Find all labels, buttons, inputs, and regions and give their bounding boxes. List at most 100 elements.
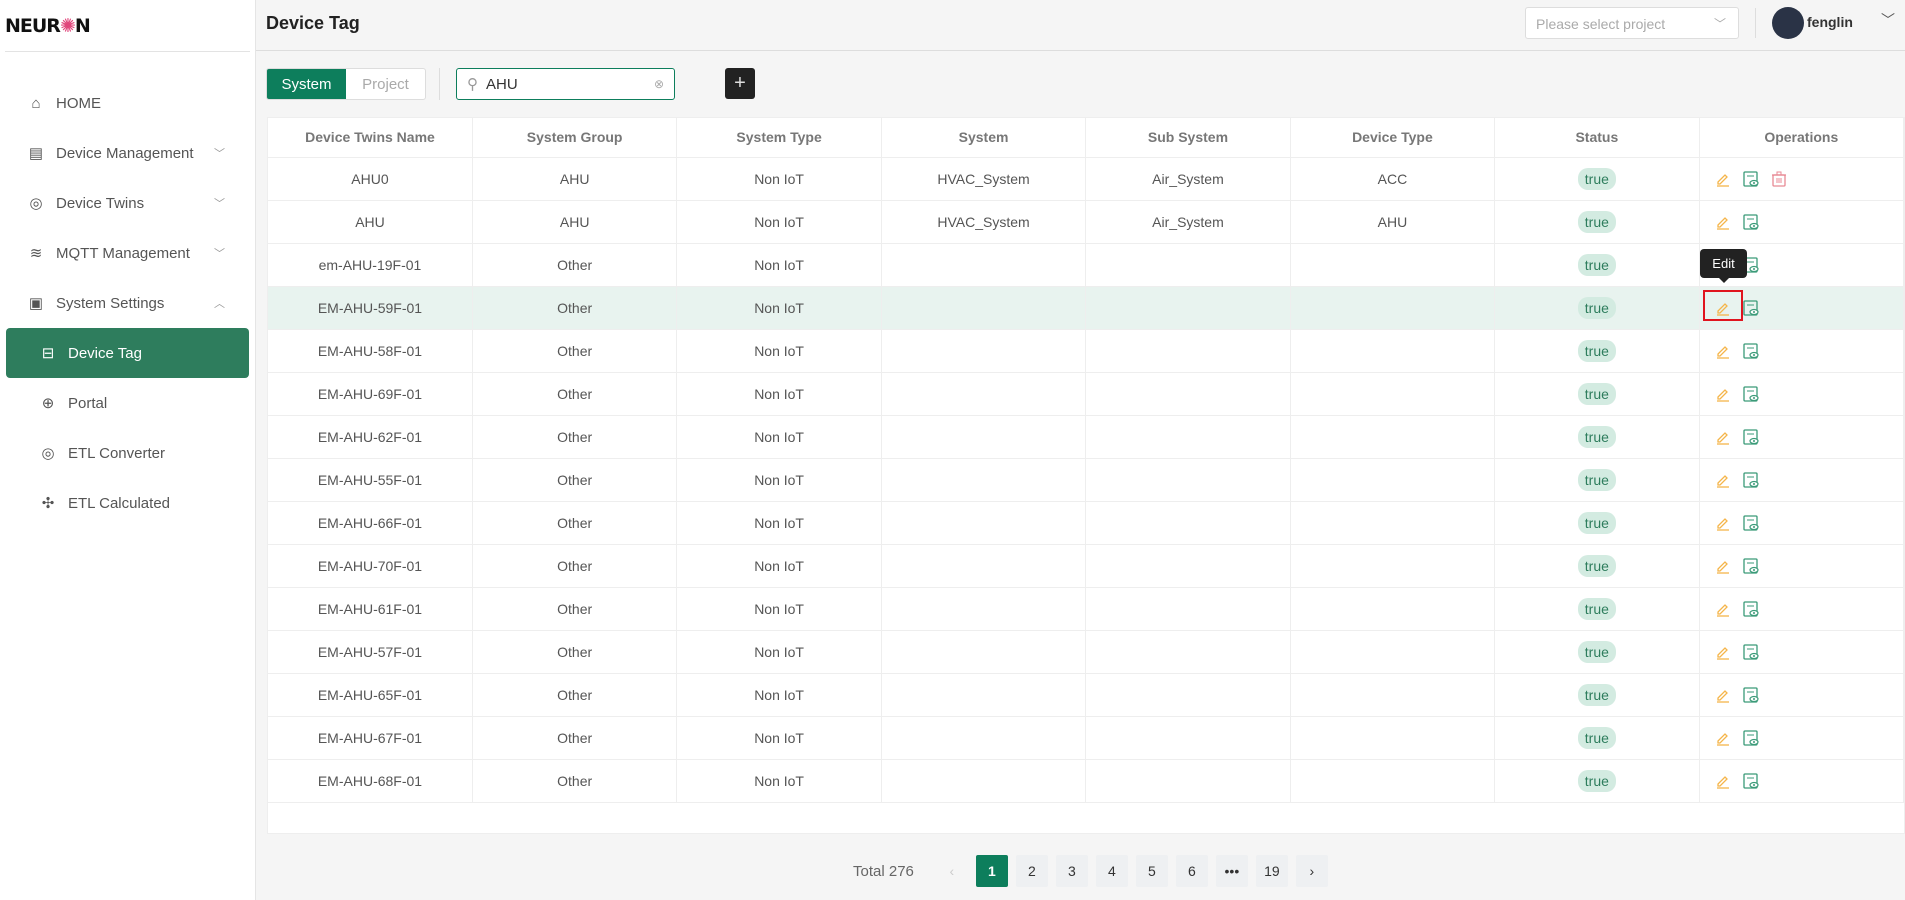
- edit-icon[interactable]: [1714, 557, 1732, 575]
- table-cell: [1290, 673, 1496, 717]
- page-button[interactable]: 19: [1255, 855, 1288, 887]
- view-icon[interactable]: [1742, 729, 1760, 747]
- add-button[interactable]: +: [725, 68, 755, 99]
- operations-cell: [1699, 544, 1905, 588]
- table-row[interactable]: EM-AHU-61F-01 Other Non IoT true: [268, 587, 1905, 631]
- cube-icon: ◎: [41, 445, 55, 462]
- view-icon[interactable]: [1742, 342, 1760, 360]
- sidebar-item-system-settings[interactable]: ▣ System Settings ︿: [0, 278, 255, 328]
- status-cell: true: [1494, 716, 1700, 760]
- table-cell: [1085, 673, 1291, 717]
- table-row[interactable]: EM-AHU-69F-01 Other Non IoT true: [268, 372, 1905, 416]
- table-row[interactable]: EM-AHU-68F-01 Other Non IoT true: [268, 759, 1905, 803]
- table-cell: Other: [472, 372, 678, 416]
- next-page-button[interactable]: ›: [1295, 855, 1328, 887]
- clear-icon[interactable]: ⊗: [654, 77, 664, 91]
- chevron-down-icon[interactable]: ﹀: [214, 145, 225, 161]
- table-row[interactable]: AHU AHU Non IoT HVAC_System Air_System AHU tru…: [268, 200, 1905, 244]
- avatar[interactable]: [1772, 7, 1804, 39]
- edit-icon[interactable]: [1714, 729, 1732, 747]
- status-badge: true: [1577, 683, 1616, 706]
- view-icon[interactable]: [1742, 170, 1760, 188]
- table-row[interactable]: EM-AHU-55F-01 Other Non IoT true: [268, 458, 1905, 502]
- table-cell: Other: [472, 458, 678, 502]
- page-button[interactable]: 2: [1015, 855, 1048, 887]
- edit-icon[interactable]: [1714, 428, 1732, 446]
- sidebar-item-device-tag[interactable]: ⊟ Device Tag: [6, 328, 249, 378]
- page-button[interactable]: 6: [1175, 855, 1208, 887]
- sidebar-item-home[interactable]: ⌂ HOME: [0, 78, 255, 128]
- table-row[interactable]: em-AHU-19F-01 Other Non IoT true: [268, 243, 1905, 287]
- username[interactable]: fenglin: [1807, 14, 1853, 30]
- table-row[interactable]: EM-AHU-66F-01 Other Non IoT true: [268, 501, 1905, 545]
- edit-icon[interactable]: [1714, 686, 1732, 704]
- table-cell: [1085, 630, 1291, 674]
- sidebar-item-portal[interactable]: ⊕ Portal: [0, 378, 255, 428]
- page-button[interactable]: 3: [1055, 855, 1088, 887]
- view-icon[interactable]: [1742, 385, 1760, 403]
- view-icon[interactable]: [1742, 643, 1760, 661]
- edit-icon[interactable]: [1714, 643, 1732, 661]
- table-cell: AHU: [268, 200, 473, 244]
- table-row[interactable]: EM-AHU-57F-01 Other Non IoT true: [268, 630, 1905, 674]
- edit-icon[interactable]: [1714, 514, 1732, 532]
- edit-icon[interactable]: [1714, 170, 1732, 188]
- page-button[interactable]: 5: [1135, 855, 1168, 887]
- edit-icon[interactable]: [1714, 385, 1732, 403]
- table-row[interactable]: EM-AHU-70F-01 Other Non IoT true: [268, 544, 1905, 588]
- page-button[interactable]: 1: [975, 855, 1008, 887]
- prev-page-button[interactable]: ‹: [935, 855, 968, 887]
- view-icon[interactable]: [1742, 428, 1760, 446]
- edit-icon[interactable]: [1714, 342, 1732, 360]
- delete-icon[interactable]: [1770, 170, 1788, 188]
- sidebar-item-mqtt-management[interactable]: ≋ MQTT Management ﹀: [0, 228, 255, 278]
- table-row[interactable]: EM-AHU-65F-01 Other Non IoT true: [268, 673, 1905, 717]
- view-icon[interactable]: [1742, 600, 1760, 618]
- status-cell: true: [1494, 157, 1700, 201]
- tab-system[interactable]: System: [267, 69, 346, 99]
- view-icon[interactable]: [1742, 557, 1760, 575]
- sidebar-item-etl-converter[interactable]: ◎ ETL Converter: [0, 428, 255, 478]
- search-input[interactable]: ⚲ AHU ⊗: [456, 68, 675, 100]
- sidebar-item-etl-calculated[interactable]: ✣ ETL Calculated: [0, 478, 255, 528]
- user-menu-chevron-icon[interactable]: ﹀: [1881, 10, 1895, 30]
- table-row[interactable]: AHU0 AHU Non IoT HVAC_System Air_System ACC tr…: [268, 157, 1905, 201]
- view-icon[interactable]: [1742, 514, 1760, 532]
- monitor-icon: ▣: [28, 295, 44, 312]
- operations-cell: [1699, 200, 1905, 244]
- view-icon[interactable]: [1742, 213, 1760, 231]
- sidebar-item-device-twins[interactable]: ◎ Device Twins ﹀: [0, 178, 255, 228]
- table-row[interactable]: EM-AHU-67F-01 Other Non IoT true: [268, 716, 1905, 760]
- table-cell: EM-AHU-67F-01: [268, 716, 473, 760]
- chevron-down-icon[interactable]: ﹀: [214, 195, 225, 211]
- column-header: Sub System: [1085, 118, 1291, 158]
- table-row[interactable]: EM-AHU-58F-01 Other Non IoT true: [268, 329, 1905, 373]
- table-cell: [881, 415, 1087, 459]
- sidebar-item-device-management[interactable]: ▤ Device Management ﹀: [0, 128, 255, 178]
- column-header: Status: [1494, 118, 1700, 158]
- operations-cell: [1699, 759, 1905, 803]
- search-icon: ⚲: [467, 76, 478, 93]
- table-row[interactable]: EM-AHU-59F-01 Other Non IoT true: [268, 286, 1905, 330]
- edit-icon[interactable]: [1714, 213, 1732, 231]
- table-cell: [1290, 329, 1496, 373]
- view-icon[interactable]: [1742, 686, 1760, 704]
- table-cell: Non IoT: [676, 415, 882, 459]
- tab-project[interactable]: Project: [346, 69, 425, 99]
- project-select[interactable]: Please select project ﹀: [1525, 7, 1739, 39]
- page-button[interactable]: 4: [1095, 855, 1128, 887]
- cube-icon: ◎: [29, 195, 43, 212]
- table-row[interactable]: EM-AHU-62F-01 Other Non IoT true: [268, 415, 1905, 459]
- edit-icon[interactable]: [1714, 600, 1732, 618]
- more-pages-button[interactable]: •••: [1215, 855, 1248, 887]
- view-icon[interactable]: [1742, 772, 1760, 790]
- chevron-down-icon[interactable]: ﹀: [214, 245, 225, 261]
- view-icon[interactable]: [1742, 299, 1760, 317]
- view-icon[interactable]: [1742, 471, 1760, 489]
- table-cell: Non IoT: [676, 501, 882, 545]
- chevron-up-icon[interactable]: ︿: [214, 295, 225, 311]
- edit-icon[interactable]: [1714, 772, 1732, 790]
- table-cell: [1290, 630, 1496, 674]
- sidebar-nav: ⌂ HOME ▤ Device Management ﹀ ◎ Device Twins ﹀ ≋ M…: [0, 78, 255, 528]
- edit-icon[interactable]: [1714, 471, 1732, 489]
